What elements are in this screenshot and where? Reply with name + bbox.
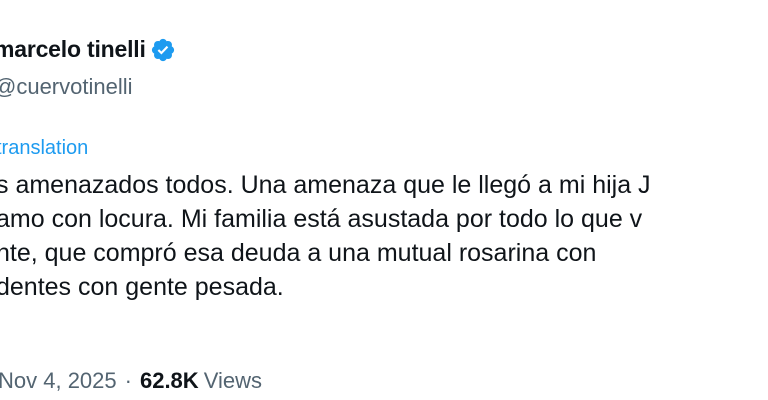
tweet-timestamp[interactable]: Nov 4, 2025 — [0, 368, 117, 394]
tweet-body: s amenazados todos. Una amenaza que le l… — [0, 168, 768, 304]
author-name-row[interactable]: marcelo tinelli — [0, 36, 176, 63]
tweet-body-line: amo con locura. Mi familia está asustada… — [0, 205, 643, 233]
tweet: marcelo tinelli @cuervotinelli translati… — [0, 0, 768, 400]
tweet-meta: Nov 4, 2025 · 62.8K Views — [0, 368, 262, 394]
meta-separator: · — [124, 368, 132, 393]
author-display-name[interactable]: marcelo tinelli — [0, 36, 146, 63]
tweet-body-line: nte, que compró esa deuda a una mutual r… — [0, 239, 597, 267]
show-translation-link[interactable]: translation — [0, 137, 88, 160]
views-count[interactable]: 62.8K — [140, 368, 199, 394]
verified-badge-icon[interactable] — [150, 37, 176, 63]
views-label[interactable]: Views — [204, 368, 262, 394]
tweet-body-line: s amenazados todos. Una amenaza que le l… — [0, 171, 651, 199]
tweet-body-line: dentes con gente pesada. — [0, 273, 284, 301]
author-handle[interactable]: @cuervotinelli — [0, 74, 133, 100]
